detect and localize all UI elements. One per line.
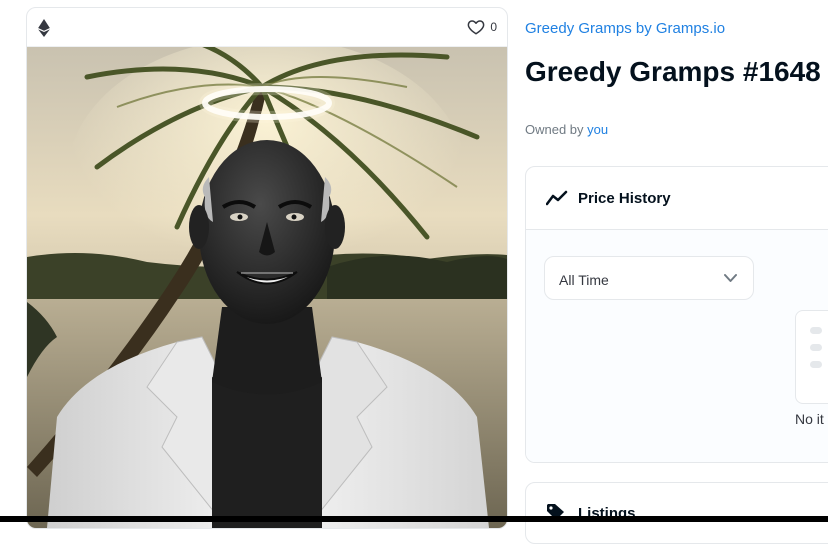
time-range-select[interactable]: All Time — [544, 256, 754, 300]
favorite-button[interactable]: 0 — [467, 18, 497, 36]
chevron-down-icon — [724, 274, 737, 282]
card-header: 0 — [27, 8, 507, 47]
placeholder-bar — [810, 327, 822, 334]
empty-state-text: No it — [795, 411, 824, 427]
nft-image-card: 0 — [26, 7, 508, 529]
time-range-value: All Time — [559, 272, 609, 288]
owner-link[interactable]: you — [587, 122, 608, 137]
owned-by: Owned by you — [525, 122, 608, 137]
owned-by-label: Owned by — [525, 122, 584, 137]
favorite-count: 0 — [490, 20, 497, 34]
trending-line-icon — [546, 190, 568, 206]
price-history-panel: Price History All Time No it — [525, 166, 828, 463]
nft-artwork[interactable] — [27, 47, 507, 528]
price-history-header[interactable]: Price History — [526, 167, 828, 230]
listings-panel[interactable]: Listings — [525, 482, 828, 544]
placeholder-bar — [810, 361, 822, 368]
screen-bottom-edge — [0, 516, 828, 522]
placeholder-bar — [810, 344, 822, 351]
price-history-title: Price History — [578, 190, 671, 207]
ethereum-icon — [38, 19, 50, 37]
empty-state-illustration — [795, 310, 828, 404]
item-title: Greedy Gramps #1648 — [525, 56, 821, 87]
price-history-body: All Time No it — [526, 230, 828, 462]
heart-icon — [467, 20, 485, 35]
collection-link[interactable]: Greedy Gramps by Gramps.io — [525, 20, 725, 37]
